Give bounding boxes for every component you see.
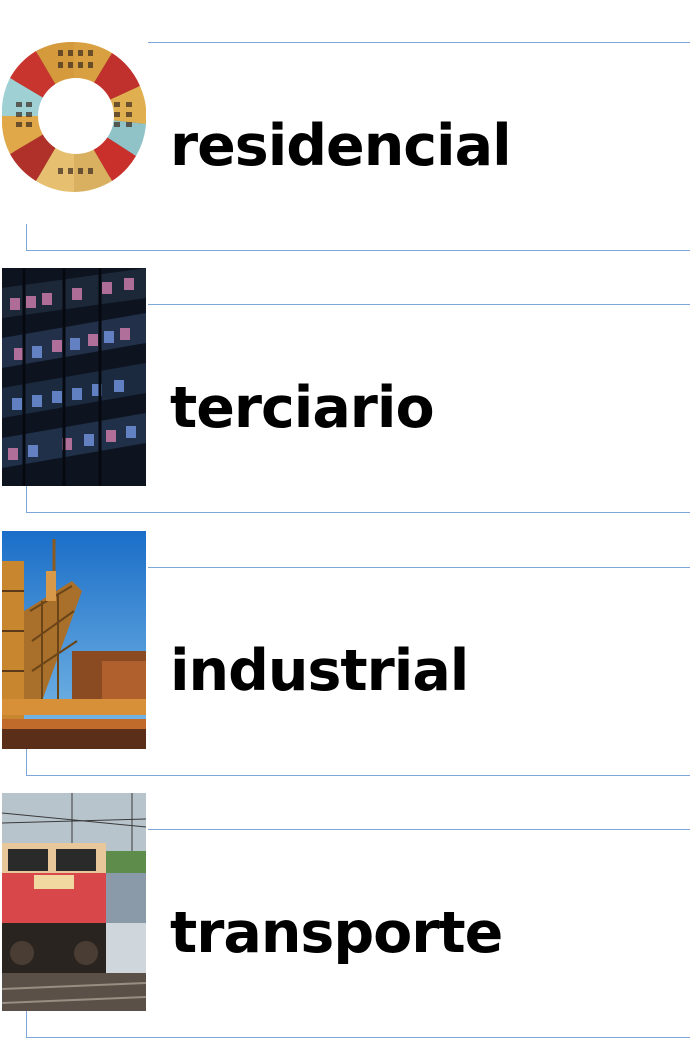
- category-item-terciario: terciario: [0, 262, 692, 524]
- category-label: terciario: [170, 375, 435, 441]
- category-label: transporte: [170, 900, 503, 966]
- bracket-connector: [26, 486, 690, 513]
- category-item-residencial: residencial: [0, 0, 692, 262]
- bracket-connector: [26, 1011, 690, 1038]
- divider-line: [148, 829, 690, 830]
- category-item-industrial: industrial: [0, 525, 692, 787]
- divider-line: [148, 42, 690, 43]
- bracket-connector: [26, 224, 690, 251]
- residential-image: [2, 6, 146, 224]
- industrial-plant-image: [2, 531, 146, 749]
- divider-line: [148, 567, 690, 568]
- category-label: residencial: [170, 113, 512, 179]
- category-label: industrial: [170, 638, 469, 704]
- category-item-transporte: transporte: [0, 787, 692, 1049]
- bracket-connector: [26, 749, 690, 776]
- locomotive-image: [2, 793, 146, 1011]
- divider-line: [148, 304, 690, 305]
- office-building-image: [2, 268, 146, 486]
